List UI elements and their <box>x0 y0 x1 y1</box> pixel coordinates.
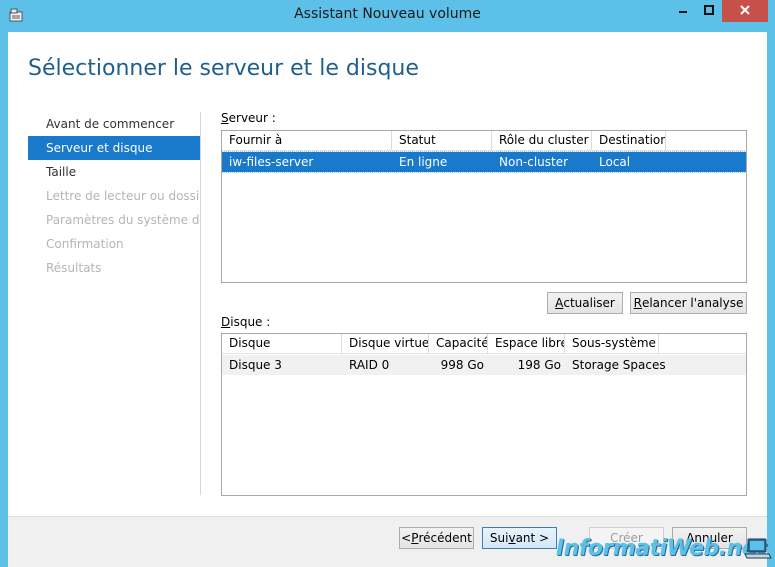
server-status: En ligne <box>399 155 448 169</box>
rescan-button[interactable]: Relancer l'analyse <box>630 292 747 314</box>
previous-button[interactable]: < Précédent <box>399 527 474 549</box>
step-before-start[interactable]: Avant de commencer <box>28 112 200 136</box>
maximize-icon <box>704 4 714 18</box>
laptop-icon <box>744 536 772 562</box>
minimize-icon <box>678 4 688 18</box>
window-title: Assistant Nouveau volume <box>294 6 481 22</box>
refresh-button[interactable]: Actualiser <box>547 292 623 314</box>
column-subsystem[interactable]: Sous-système <box>565 334 659 354</box>
disk-name: Disque 3 <box>229 358 282 372</box>
column-virtual-disk[interactable]: Disque virtuel <box>342 334 429 354</box>
minimize-button[interactable] <box>670 0 696 22</box>
column-capacity[interactable]: Capacité <box>429 334 488 354</box>
close-icon <box>739 4 751 19</box>
next-button[interactable]: Sui v ant > <box>482 527 557 549</box>
disk-subsystem: Storage Spaces <box>572 358 666 372</box>
disk-free-space: 198 Go <box>517 358 561 372</box>
step-drive-letter: Lettre de lecteur ou dossier <box>46 189 200 203</box>
step-filesystem-settings: Paramètres du système d... <box>46 213 200 227</box>
wizard-steps: Avant de commencer Serveur et disque Tai… <box>28 112 200 280</box>
nav-divider <box>200 112 201 495</box>
step-server-disk[interactable]: Serveur et disque <box>28 136 200 160</box>
maximize-button[interactable] <box>696 0 722 22</box>
disk-list[interactable]: Disque Disque virtuel Capacité Espace li… <box>221 333 747 496</box>
server-list-header: Fournir à Statut Rôle du cluster Destina… <box>222 131 746 151</box>
table-row[interactable]: iw-files-server En ligne Non-cluster Loc… <box>222 151 746 173</box>
disk-list-header: Disque Disque virtuel Capacité Espace li… <box>222 334 746 354</box>
step-results: Résultats <box>46 261 102 275</box>
server-label: Serveur : <box>221 111 276 125</box>
column-provider[interactable]: Fournir à <box>222 131 392 151</box>
title-bar: Assistant Nouveau volume <box>0 0 775 32</box>
table-row[interactable]: Disque 3 RAID 0 998 Go 198 Go Storage Sp… <box>222 355 746 375</box>
disk-label: Disque : <box>221 315 271 329</box>
column-disk[interactable]: Disque <box>222 334 342 354</box>
disk-capacity: 998 Go <box>440 358 484 372</box>
step-confirmation: Confirmation <box>46 237 124 251</box>
page-title: Sélectionner le serveur et le disque <box>28 56 419 81</box>
server-list[interactable]: Fournir à Statut Rôle du cluster Destina… <box>221 130 747 283</box>
column-free-space[interactable]: Espace libre <box>488 334 565 354</box>
step-size[interactable]: Taille <box>28 160 200 184</box>
disk-virtual: RAID 0 <box>349 358 390 372</box>
column-status[interactable]: Statut <box>392 131 492 151</box>
column-cluster-role[interactable]: Rôle du cluster <box>492 131 592 151</box>
wizard-body: Sélectionner le serveur et le disque Ava… <box>8 32 767 518</box>
watermark-logo: InformatiWeb.net <box>556 536 767 561</box>
close-button[interactable] <box>722 0 768 22</box>
server-name: iw-files-server <box>229 155 314 169</box>
server-cluster-role: Non-cluster <box>499 155 569 169</box>
server-destination: Local <box>599 155 631 169</box>
column-destination[interactable]: Destination <box>592 131 666 151</box>
